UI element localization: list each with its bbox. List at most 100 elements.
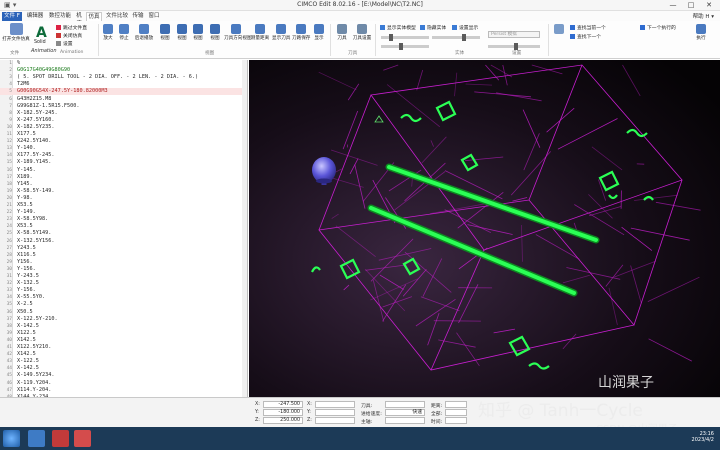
code-line[interactable]: 11 X177.5: [0, 131, 247, 138]
title-bar: ▣ ▾ CIMCO Edit 8.02.16 - [E:\Model\NC\T2…: [0, 0, 720, 11]
code-line[interactable]: 27 Y243.5: [0, 245, 247, 252]
taskbar-app-icon[interactable]: [28, 430, 45, 447]
code-line[interactable]: 41 X122.5Y210.: [0, 344, 247, 351]
find-next-option[interactable]: 查找下一个: [570, 33, 601, 40]
code-line[interactable]: 45 X-149.5Y234.: [0, 372, 247, 379]
code-line[interactable]: 33 Y-156.: [0, 287, 247, 294]
code-line[interactable]: 17 X189.: [0, 174, 247, 181]
code-line[interactable]: 3 ( 5. SPOT DRILL TOOL - 2 DIA. OFF. - 2 …: [0, 74, 247, 81]
code-line[interactable]: 20 Y-98.: [0, 195, 247, 202]
code-line[interactable]: 19 X-58.5Y-149.: [0, 188, 247, 195]
code-line[interactable]: 26 X-132.5Y156.: [0, 238, 247, 245]
tool-settings-button[interactable]: 刀具设置: [352, 24, 372, 41]
hide-solid-option[interactable]: 隐藏实体: [420, 24, 446, 31]
simulation-viewport[interactable]: [249, 60, 720, 397]
tab-machine[interactable]: 机床: [74, 12, 84, 27]
start-button-icon[interactable]: [3, 430, 20, 447]
close-sim-option[interactable]: 关闭仿真: [56, 32, 82, 39]
minimize-button[interactable]: —: [664, 0, 682, 11]
tab-editor[interactable]: 编辑器: [26, 12, 44, 21]
find-button[interactable]: [552, 24, 566, 35]
code-text: X-142.5: [17, 365, 39, 372]
tab-window[interactable]: 窗口: [148, 12, 160, 21]
code-line[interactable]: 28 X116.5: [0, 252, 247, 259]
nc-code-editor[interactable]: 1% 2 G0G17G40G49G80G90 3( 5. SPOT DRILL TOO…: [0, 60, 248, 397]
persist-combo[interactable]: Persist 模拟: [488, 31, 540, 38]
code-line[interactable]: 34 X-55.5Y0.: [0, 294, 247, 301]
code-line[interactable]: 43 X-122.5: [0, 358, 247, 365]
code-line[interactable]: 46 X-119.Y204.: [0, 380, 247, 387]
settings-option[interactable]: 设置: [56, 40, 73, 47]
code-line[interactable]: 23 X-58.5Y98.: [0, 216, 247, 223]
code-line[interactable]: 2 G0G17G40G49G80G90: [0, 67, 247, 74]
taskbar-app-icon[interactable]: [52, 430, 69, 447]
code-line[interactable]: 22 Y-149.: [0, 209, 247, 216]
code-line[interactable]: 7 G99G81Z-1.5R15.F500.: [0, 103, 247, 110]
code-line[interactable]: 15 X-189.Y145.: [0, 159, 247, 166]
code-line[interactable]: 9 X-247.5Y160.: [0, 117, 247, 124]
tab-file-compare[interactable]: 文件比较: [106, 12, 128, 21]
quality-slider[interactable]: [381, 43, 429, 50]
open-file-sim-button[interactable]: 打开文件仿真: [2, 23, 30, 42]
view-button-3[interactable]: 视图: [191, 24, 205, 41]
code-line[interactable]: 44 X-142.5: [0, 365, 247, 372]
editor-scrollbar[interactable]: [242, 60, 247, 397]
code-line[interactable]: 30 Y-156.: [0, 266, 247, 273]
code-line[interactable]: 6 G43H2Z15.M8: [0, 96, 247, 103]
next-execute-option[interactable]: 下一个执行的: [640, 24, 676, 31]
code-line[interactable]: 31 Y-243.5: [0, 273, 247, 280]
tab-nc-functions[interactable]: 数控功能 N: [48, 12, 72, 27]
solid-icon[interactable]: A: [36, 25, 47, 41]
code-line[interactable]: 39 X122.5: [0, 330, 247, 337]
code-line[interactable]: 37 X-122.5Y-210.: [0, 316, 247, 323]
help-menu[interactable]: 帮助 H ▾: [693, 12, 714, 20]
transparency-slider[interactable]: [432, 34, 480, 41]
code-line[interactable]: 13 Y-140.: [0, 145, 247, 152]
code-line[interactable]: 21 X53.5: [0, 202, 247, 209]
zoom-button[interactable]: 放大: [101, 24, 115, 41]
skip-file-option[interactable]: 跳过文件直: [56, 24, 87, 31]
code-line[interactable]: 24 X53.5: [0, 223, 247, 230]
measure-distance-button[interactable]: 测量距离: [250, 24, 270, 41]
code-line[interactable]: 16 Y-145.: [0, 167, 247, 174]
find-previous-option[interactable]: 查找当前一个: [570, 24, 606, 31]
code-line[interactable]: 35 X-2.5: [0, 301, 247, 308]
show-tool-button[interactable]: 显示刀具: [272, 24, 290, 41]
view-button-2[interactable]: 视图: [175, 24, 189, 41]
persist-slider[interactable]: [488, 43, 540, 50]
code-line[interactable]: 12 X242.5Y140.: [0, 138, 247, 145]
code-line[interactable]: 38 X-142.5: [0, 323, 247, 330]
tab-simulation[interactable]: 仿真: [86, 12, 102, 21]
maximize-button[interactable]: □: [682, 0, 700, 11]
display-button[interactable]: 显示: [312, 24, 326, 41]
show-solid-model-option[interactable]: 显示实体模型: [380, 24, 416, 31]
close-button[interactable]: ✕: [700, 0, 718, 11]
code-line[interactable]: 36 X50.5: [0, 309, 247, 316]
execute-button[interactable]: 执行: [690, 24, 712, 41]
code-line[interactable]: 1%: [0, 60, 247, 67]
code-line[interactable]: 18 Y145.: [0, 181, 247, 188]
code-line[interactable]: 29 Y156.: [0, 259, 247, 266]
tool-button[interactable]: 刀具: [334, 24, 350, 41]
speed-slider[interactable]: [381, 34, 429, 41]
code-line[interactable]: 4 T2M6: [0, 81, 247, 88]
code-line[interactable]: 42 X142.5: [0, 351, 247, 358]
taskbar-app-icon[interactable]: [74, 430, 91, 447]
code-line[interactable]: 8 X-182.5Y-245.: [0, 110, 247, 117]
code-line[interactable]: 25 X-58.5Y149.: [0, 230, 247, 237]
tool-direction-view-button[interactable]: 刀具方向视图: [224, 24, 252, 41]
view-button-4[interactable]: 视图: [207, 24, 223, 41]
view-button-1[interactable]: 视图: [156, 24, 174, 41]
tab-transfer[interactable]: 传输: [132, 12, 144, 21]
code-line[interactable]: 14 X177.5Y-245.: [0, 152, 247, 159]
code-line[interactable]: 10 X-182.5Y235.: [0, 124, 247, 131]
code-line[interactable]: 40 X142.5: [0, 337, 247, 344]
display-settings-option[interactable]: 设置显示: [452, 24, 478, 31]
tab-file[interactable]: 文件 F: [2, 12, 22, 21]
code-line[interactable]: 5 G00G90G54X-247.5Y-180.82000M3: [0, 88, 247, 96]
path-save-button[interactable]: 刀路保存: [292, 24, 310, 41]
code-line[interactable]: 32 X-132.5: [0, 280, 247, 287]
stop-button[interactable]: 停止: [117, 24, 131, 41]
reverse-play-button[interactable]: 后退播放: [133, 24, 155, 41]
code-line[interactable]: 47 X114.Y-204.: [0, 387, 247, 394]
